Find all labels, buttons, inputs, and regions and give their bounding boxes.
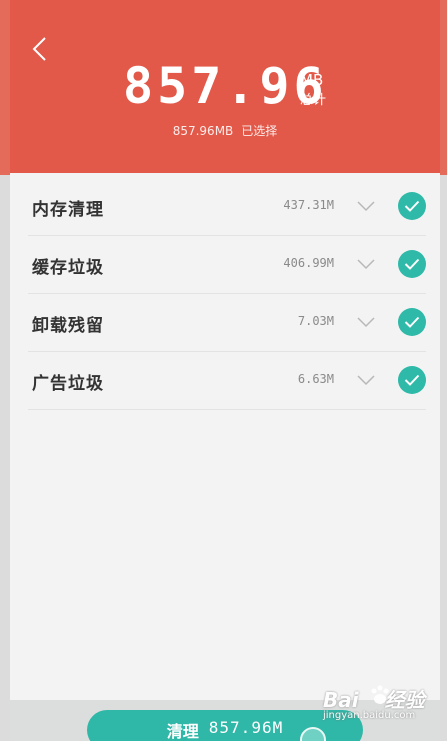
watermark-url: jingyan.baidu.com <box>323 710 416 721</box>
checkbox-checked[interactable] <box>398 366 426 394</box>
selected-label: 已选择 <box>241 124 278 138</box>
checkbox-checked[interactable] <box>398 250 426 278</box>
chevron-down-icon[interactable] <box>356 258 376 270</box>
list-item-size: 437.31M <box>283 198 334 212</box>
check-icon <box>404 258 420 270</box>
selected-amount: 857.96MB <box>172 124 234 138</box>
check-icon <box>404 200 420 212</box>
baidu-watermark: Bai 经验 jingyan.baidu.com <box>323 684 435 724</box>
chevron-down-icon[interactable] <box>356 316 376 328</box>
list-item-label: 缓存垃圾 <box>32 258 104 278</box>
checkbox-checked[interactable] <box>398 192 426 220</box>
list-item-size: 7.03M <box>297 314 334 328</box>
paw-logo-icon <box>371 685 389 704</box>
list-item-cache[interactable]: 缓存垃圾 406.99M <box>28 236 426 294</box>
clean-button-label: 清理 <box>166 722 199 741</box>
chevron-down-icon[interactable] <box>356 200 376 212</box>
clean-button-amount: 857.96M <box>208 718 284 737</box>
check-icon <box>404 316 420 328</box>
chevron-down-icon[interactable] <box>356 374 376 386</box>
list-item-label: 内存清理 <box>32 200 104 220</box>
total-amount: 857.96 <box>123 57 328 115</box>
right-edge <box>440 0 447 741</box>
check-icon <box>404 374 420 386</box>
total-caption: 总计 <box>300 93 327 108</box>
left-edge <box>0 0 10 741</box>
junk-category-list: 内存清理 437.31M 缓存垃圾 406.99M 卸载残留 7.03M 广告垃… <box>10 178 440 410</box>
app-screen: 857.96 MB 总计 857.96MB 已选择 内存清理 437.31M 缓存… <box>10 0 440 741</box>
summary-header: 857.96 MB 总计 857.96MB 已选择 <box>10 0 440 173</box>
chevron-left-icon <box>32 37 46 61</box>
back-button[interactable] <box>24 32 54 66</box>
selected-summary: 857.96MB 已选择 <box>10 122 440 139</box>
list-item-uninstall-residue[interactable]: 卸载残留 7.03M <box>28 294 426 352</box>
total-unit: MB <box>300 71 324 89</box>
list-item-label: 卸载残留 <box>32 316 104 336</box>
list-item-size: 406.99M <box>283 256 334 270</box>
checkbox-checked[interactable] <box>398 308 426 336</box>
list-item-label: 广告垃圾 <box>32 374 104 394</box>
list-item-ad-junk[interactable]: 广告垃圾 6.63M <box>28 352 426 410</box>
list-item-size: 6.63M <box>297 372 334 386</box>
list-item-memory[interactable]: 内存清理 437.31M <box>28 178 426 236</box>
